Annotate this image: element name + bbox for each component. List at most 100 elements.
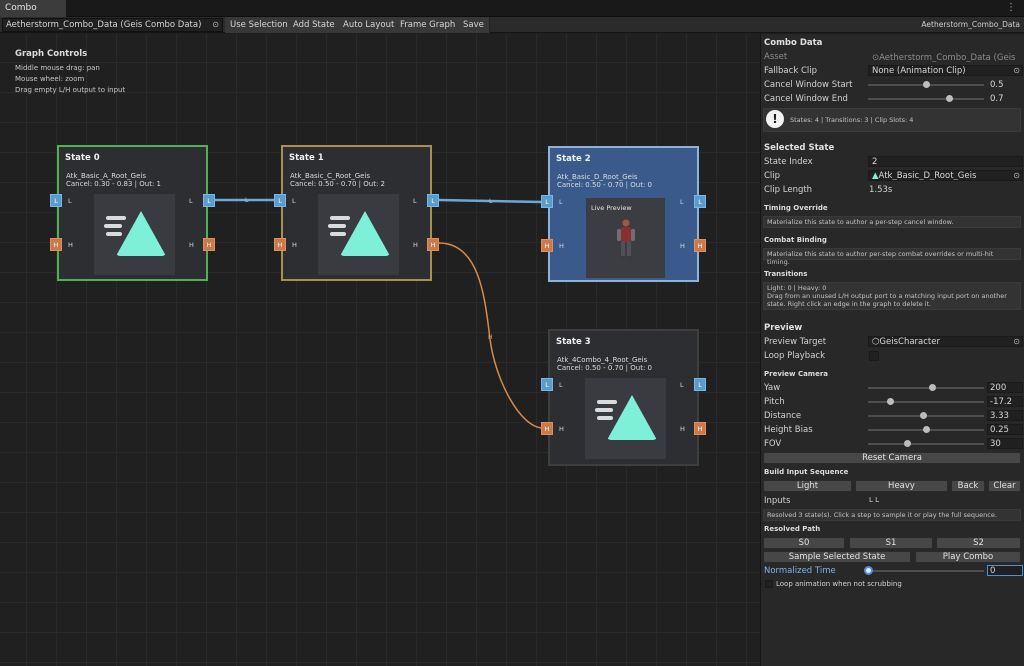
pitch-value[interactable]: -17.2 — [987, 396, 1023, 407]
node-meta: Cancel: 0.50 - 0.70 | Out: 0 — [557, 364, 652, 372]
asset-object-field[interactable]: Aetherstorm_Combo_Data (Geis Combo Data)… — [2, 18, 223, 32]
heavy-input-port[interactable]: H — [274, 238, 286, 251]
clip-length-value: 1.53s — [869, 185, 893, 195]
slider-knob[interactable] — [864, 566, 873, 575]
node-meta: Cancel: 0.50 - 0.70 | Out: 0 — [557, 181, 652, 189]
fov-value[interactable]: 30 — [987, 438, 1023, 449]
object-picker-icon[interactable]: ⊙ — [1013, 337, 1020, 346]
pitch-slider[interactable] — [868, 396, 984, 407]
fallback-clip-label: Fallback Clip — [764, 66, 817, 76]
resolved-path-heading: Resolved Path — [764, 525, 821, 533]
save-button[interactable]: Save — [458, 17, 490, 33]
heavy-input-button[interactable]: Heavy — [855, 480, 948, 492]
path-step-s0[interactable]: S0 — [763, 537, 845, 549]
light-input-port[interactable]: L — [541, 195, 553, 208]
light-input-port[interactable]: L — [50, 194, 62, 207]
object-picker-icon[interactable]: ⊙ — [1013, 171, 1020, 180]
clip-field[interactable]: ▲Atk_Basic_D_Root_Geis ⊙ — [868, 170, 1023, 181]
path-step-s1[interactable]: S1 — [849, 537, 933, 549]
normalized-time-value[interactable]: 0 — [987, 565, 1023, 576]
slider-knob[interactable] — [928, 384, 936, 391]
port-label: H — [680, 242, 685, 250]
port-label: H — [68, 241, 73, 249]
preview-target-field[interactable]: ⬡GeisCharacter ⊙ — [868, 336, 1023, 347]
object-picker-icon[interactable]: ⊙ — [212, 19, 219, 31]
height-bias-slider[interactable] — [868, 424, 984, 435]
light-output-port[interactable]: L — [427, 194, 439, 207]
light-output-port[interactable]: L — [694, 378, 706, 391]
cancel-start-label: Cancel Window Start — [764, 80, 853, 90]
inputs-value: L L — [869, 496, 880, 504]
reset-camera-button[interactable]: Reset Camera — [763, 452, 1021, 464]
state-node-0[interactable]: State 0 Atk_Basic_A_Root_Geis Cancel: 0.… — [50, 145, 215, 281]
state-node-1[interactable]: State 1 Atk_Basic_C_Root_Geis Cancel: 0.… — [274, 145, 439, 281]
light-output-port[interactable]: L — [203, 194, 215, 207]
height-bias-value[interactable]: 0.25 — [987, 424, 1023, 435]
slider-knob[interactable] — [904, 440, 912, 447]
light-input-button[interactable]: Light — [763, 480, 852, 492]
light-input-port[interactable]: L — [274, 194, 286, 207]
cancel-start-slider[interactable] — [868, 79, 984, 90]
fallback-clip-field[interactable]: None (Animation Clip) ⊙ — [868, 65, 1023, 76]
slider-knob[interactable] — [946, 95, 954, 102]
graph-canvas[interactable]: Graph Controls Middle mouse drag: pan Mo… — [0, 34, 760, 666]
heavy-input-port[interactable]: H — [50, 238, 62, 251]
loop-playback-checkbox[interactable] — [869, 351, 879, 361]
sample-selected-state-button[interactable]: Sample Selected State — [763, 551, 911, 563]
tab-combo-graph[interactable]: Combo Graph — [0, 0, 66, 30]
heavy-output-port[interactable]: H — [427, 238, 439, 251]
heavy-output-port[interactable]: H — [694, 239, 706, 252]
fallback-clip-value: None (Animation Clip) — [872, 66, 966, 76]
slider-knob[interactable] — [923, 426, 930, 433]
loop-animation-checkbox[interactable] — [765, 580, 773, 588]
cancel-end-value[interactable]: 0.7 — [987, 93, 1023, 104]
heavy-input-port[interactable]: H — [541, 239, 553, 252]
combo-summary-text: States: 4 | Transitions: 3 | Clip Slots:… — [790, 116, 914, 124]
heavy-output-port[interactable]: H — [694, 422, 706, 435]
character-preview-icon — [617, 219, 635, 261]
normalized-time-slider[interactable] — [864, 565, 984, 576]
transitions-note: Light: 0 | Heavy: 0 Drag from an unused … — [763, 282, 1021, 310]
slider-knob[interactable] — [923, 81, 930, 88]
add-state-button[interactable]: Add State — [288, 17, 341, 33]
yaw-slider[interactable] — [868, 382, 984, 393]
heavy-input-port[interactable]: H — [541, 422, 553, 435]
state-node-2[interactable]: State 2 Atk_Basic_D_Root_Geis Cancel: 0.… — [541, 146, 706, 282]
slider-knob[interactable] — [919, 412, 927, 419]
heavy-output-port[interactable]: H — [203, 238, 215, 251]
transitions-heading: Transitions — [764, 270, 808, 278]
loop-playback-label: Loop Playback — [764, 351, 826, 361]
motion-streak-icon — [597, 416, 613, 420]
distance-label: Distance — [764, 411, 802, 421]
motion-streak-icon — [330, 232, 346, 236]
fov-slider[interactable] — [868, 438, 984, 449]
combo-summary-box: States: 4 | Transitions: 3 | Clip Slots:… — [763, 108, 1021, 132]
light-input-port[interactable]: L — [541, 378, 553, 391]
window-tab-bar: Combo Graph ⋮ — [0, 0, 1024, 30]
slider-knob[interactable] — [887, 398, 895, 405]
use-selection-button[interactable]: Use Selection — [225, 17, 294, 33]
state-node-3[interactable]: State 3 Atk_4Combo_4_Root_Geis Cancel: 0… — [541, 329, 706, 466]
port-label: L — [680, 198, 684, 206]
cancel-start-value[interactable]: 0.5 — [987, 79, 1023, 90]
clear-button[interactable]: Clear — [988, 480, 1021, 492]
state-index-field[interactable]: 2 — [868, 156, 1023, 167]
frame-graph-button[interactable]: Frame Graph — [395, 17, 462, 33]
object-picker-icon[interactable]: ⊙ — [1013, 66, 1020, 75]
clip-thumbnail — [94, 194, 175, 275]
combat-binding-note: Materialize this state to author per-ste… — [763, 248, 1021, 266]
node-title: State 3 — [556, 337, 591, 347]
distance-slider[interactable] — [868, 410, 984, 421]
motion-streak-icon — [597, 400, 617, 404]
yaw-value[interactable]: 200 — [987, 382, 1023, 393]
distance-value[interactable]: 3.33 — [987, 410, 1023, 421]
back-button[interactable]: Back — [951, 480, 985, 492]
cancel-end-slider[interactable] — [868, 93, 984, 104]
auto-layout-button[interactable]: Auto Layout — [338, 17, 401, 33]
path-step-s2[interactable]: S2 — [936, 537, 1021, 549]
pitch-label: Pitch — [764, 397, 785, 407]
light-output-port[interactable]: L — [694, 195, 706, 208]
play-combo-button[interactable]: Play Combo — [915, 551, 1021, 563]
build-input-note: Resolved 3 state(s). Click a step to sam… — [763, 509, 1021, 521]
kebab-menu-icon[interactable]: ⋮ — [1006, 0, 1016, 15]
